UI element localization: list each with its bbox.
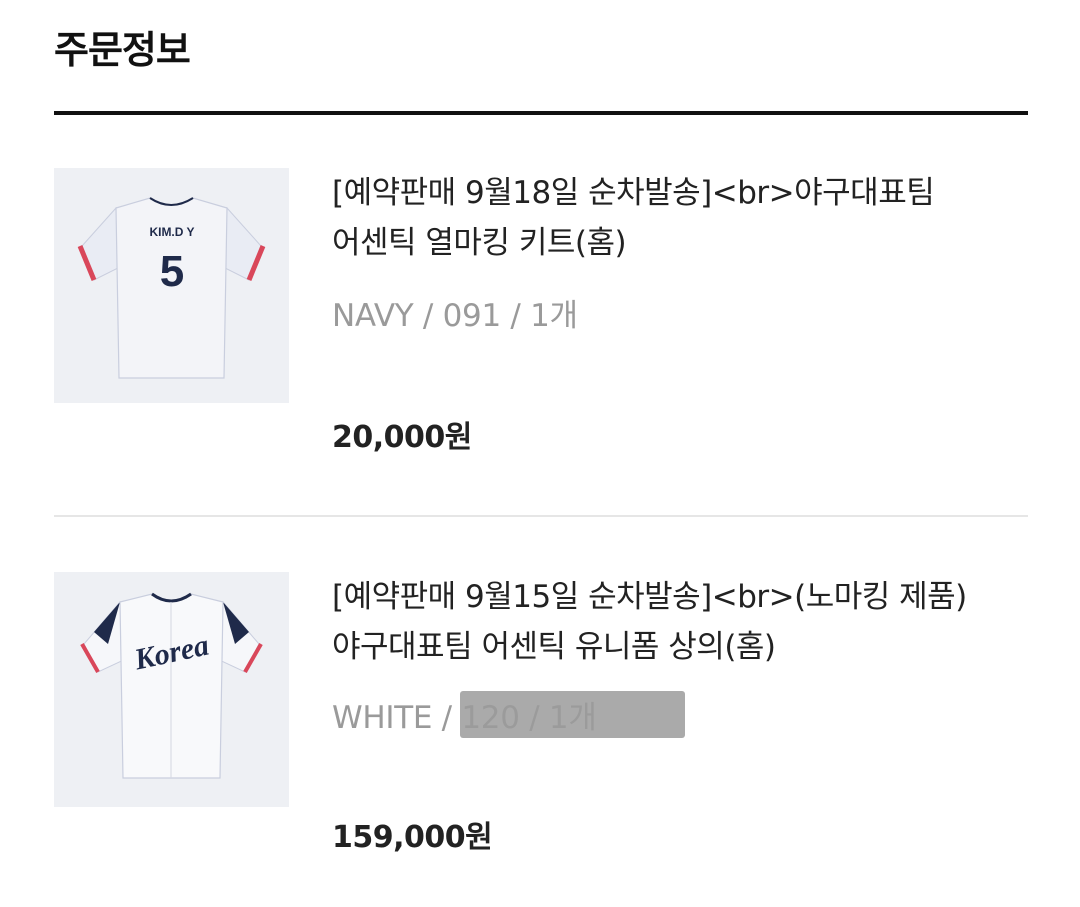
product-name-line: [예약판매 9월15일 순차발송]<br>(노마킹 제품) [332, 579, 967, 615]
page-title: 주문정보 [54, 28, 191, 72]
product-price-2: 159,000원 [332, 820, 493, 855]
product-price-1: 20,000원 [332, 420, 472, 455]
product-thumbnail-2[interactable]: Korea [54, 572, 289, 807]
product-name-2[interactable]: [예약판매 9월15일 순차발송]<br>(노마킹 제품) 야구대표팀 어센틱 … [332, 572, 1032, 672]
product-name-line: [예약판매 9월18일 순차발송]<br>야구대표팀 [332, 175, 935, 211]
product-thumbnail-1[interactable]: KIM.D Y 5 [54, 168, 289, 403]
product-name-line: 어센틱 열마킹 키트(홈) [332, 225, 627, 261]
product-option-1: NAVY / 091 / 1개 [332, 298, 578, 334]
title-divider [54, 111, 1028, 115]
jersey-image: Korea [54, 572, 289, 807]
item-divider [54, 515, 1028, 517]
jersey-name-text: KIM.D Y [149, 225, 194, 239]
product-name-1[interactable]: [예약판매 9월18일 순차발송]<br>야구대표팀 어센틱 열마킹 키트(홈) [332, 168, 1032, 268]
order-item-1[interactable]: KIM.D Y 5 [예약판매 9월18일 순차발송]<br>야구대표팀 어센틱… [54, 168, 1028, 468]
jersey-number-text: 5 [160, 247, 184, 296]
product-name-line: 야구대표팀 어센틱 유니폼 상의(홈) [332, 629, 776, 665]
jersey-image: KIM.D Y 5 [54, 168, 289, 403]
redaction-overlay [460, 691, 685, 738]
